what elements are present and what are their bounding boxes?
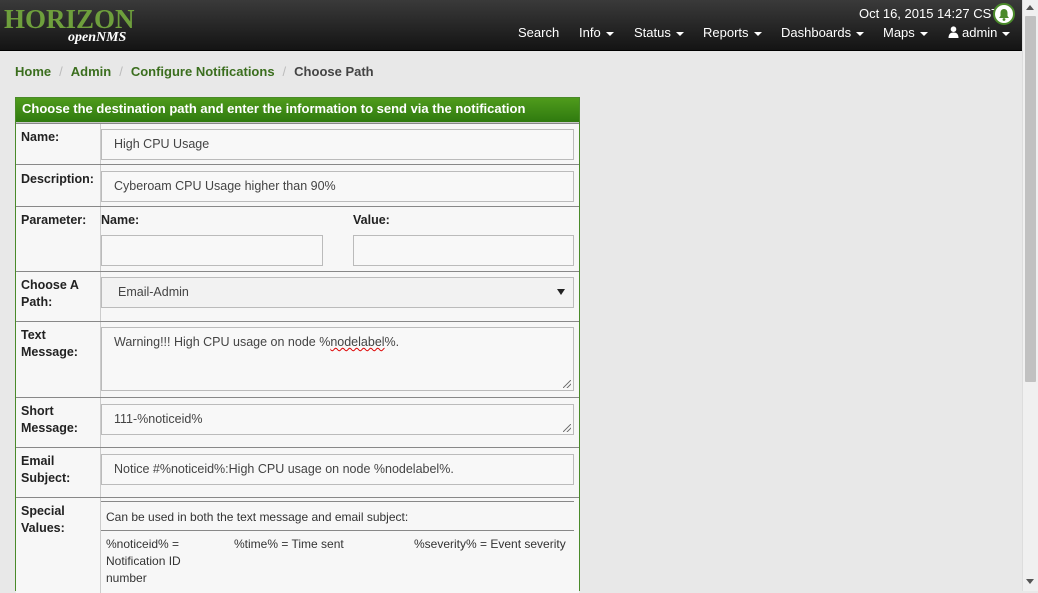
nav-search-label: Search <box>518 25 560 40</box>
parameter-row: Parameter: Name: Value: <box>16 206 579 272</box>
parameter-label: Parameter: <box>21 213 87 227</box>
nav-info-label: Info <box>579 25 601 40</box>
nav-user-label: admin <box>962 25 998 40</box>
special-values-label: Special Values: <box>21 503 65 537</box>
nav-dashboards-menu[interactable]: Dashboards <box>781 25 865 40</box>
choose-path-label: Choose A Path: <box>21 277 79 311</box>
special-value-noticeid-line3: number <box>106 571 147 585</box>
breadcrumb-separator: / <box>282 64 287 79</box>
caret-down-icon <box>919 31 928 36</box>
notification-bell-icon[interactable] <box>993 3 1015 25</box>
email-subject-row: Email Subject: Notice #%noticeid%:High CP… <box>16 447 579 498</box>
nav-user-menu[interactable]: admin <box>948 25 1011 40</box>
nav-status-menu[interactable]: Status <box>634 25 684 40</box>
nav-maps-label: Maps <box>883 25 915 40</box>
parameter-name-label: Name: <box>101 213 140 227</box>
email-subject-label: Email Subject: <box>21 453 70 487</box>
parameter-value-label: Value: <box>353 213 390 227</box>
text-message-text-start: Warning!!! High CPU usage on node % <box>114 335 331 349</box>
page-scrollbar[interactable] <box>1022 0 1038 591</box>
text-message-textarea[interactable]: Warning!!! High CPU usage on node %nodel… <box>101 327 574 391</box>
nav-status-label: Status <box>634 25 671 40</box>
name-input[interactable]: High CPU Usage <box>101 129 574 160</box>
parameter-name-input[interactable] <box>101 235 323 266</box>
choose-path-label-line2: Path: <box>21 295 53 309</box>
short-message-label-line1: Short <box>21 404 54 418</box>
scroll-up-arrow-icon[interactable] <box>1026 5 1034 10</box>
short-message-label-line2: Message: <box>21 421 78 435</box>
special-values-label-line1: Special <box>21 504 65 518</box>
description-input[interactable]: Cyberoam CPU Usage higher than 90% <box>101 171 574 202</box>
description-row: Description: Cyberoam CPU Usage higher t… <box>16 164 579 207</box>
resize-handle-icon[interactable] <box>563 424 571 432</box>
scroll-thumb[interactable] <box>1025 16 1036 382</box>
breadcrumb-home[interactable]: Home <box>15 64 51 79</box>
description-label: Description: <box>21 172 94 186</box>
text-message-label-line1: Text <box>21 328 46 342</box>
email-subject-label-line2: Subject: <box>21 471 71 485</box>
special-values-divider <box>101 530 574 531</box>
choose-path-row: Choose A Path: Email-Admin <box>16 271 579 322</box>
breadcrumb-separator: / <box>119 64 123 79</box>
nav-reports-label: Reports <box>703 25 749 40</box>
short-message-row: Short Message: 111-%noticeid% <box>16 397 579 448</box>
short-message-textarea[interactable]: 111-%noticeid% <box>101 404 574 435</box>
panel-title: Choose the destination path and enter th… <box>16 98 579 124</box>
column-divider <box>100 498 101 593</box>
choose-path-label-line1: Choose A <box>21 278 79 292</box>
text-message-label: Text Message: <box>21 327 78 361</box>
special-values-table-top <box>101 501 574 502</box>
short-message-value: 111-%noticeid% <box>114 412 203 426</box>
nav-maps-menu[interactable]: Maps <box>883 25 928 40</box>
logo-sub-text: openNMS <box>68 30 127 45</box>
special-value-severity: %severity% = Event severity <box>414 537 566 551</box>
email-subject-label-line1: Email <box>21 454 55 468</box>
top-navbar: HORIZON openNMS Oct 16, 2015 14:27 CST S… <box>0 0 1022 51</box>
select-caret-icon <box>557 289 565 295</box>
caret-down-icon <box>753 31 762 36</box>
breadcrumb: Home / Admin / Configure Notifications / Choos… <box>15 64 374 79</box>
name-label: Name: <box>21 130 60 144</box>
text-message-spellcheck-word: nodelabel <box>330 335 385 349</box>
special-value-noticeid-line2: Notification ID <box>106 554 181 568</box>
caret-down-icon <box>675 31 684 36</box>
name-row: Name: High CPU Usage <box>16 123 579 165</box>
caret-down-icon <box>1002 31 1011 36</box>
nav-search[interactable]: Search <box>518 25 559 40</box>
special-value-time: %time% = Time sent <box>234 537 344 551</box>
special-value-noticeid: %noticeid% = Notification ID number <box>106 536 181 587</box>
path-select[interactable]: Email-Admin <box>101 277 574 308</box>
short-message-label: Short Message: <box>21 403 78 437</box>
breadcrumb-current: Choose Path <box>294 64 374 79</box>
server-datetime: Oct 16, 2015 14:27 CST <box>859 6 1000 21</box>
nav-reports-menu[interactable]: Reports <box>703 25 762 40</box>
caret-down-icon <box>856 31 865 36</box>
email-subject-input[interactable]: Notice #%noticeid%:High CPU usage on nod… <box>101 454 574 485</box>
notification-path-panel: Choose the destination path and enter th… <box>15 97 580 593</box>
special-value-noticeid-line1: %noticeid% = <box>106 537 180 551</box>
text-message-text-end: %. <box>384 335 400 349</box>
text-message-label-line2: Message: <box>21 345 78 359</box>
special-values-row: Special Values: Can be used in both the t… <box>16 497 579 593</box>
opennms-horizon-logo[interactable]: HORIZON openNMS <box>4 4 136 48</box>
resize-handle-icon[interactable] <box>563 380 571 388</box>
breadcrumb-separator: / <box>59 64 63 79</box>
parameter-value-input[interactable] <box>353 235 574 266</box>
breadcrumb-configure-notifications[interactable]: Configure Notifications <box>131 64 275 79</box>
caret-down-icon <box>605 31 614 36</box>
user-icon <box>948 26 959 38</box>
nav-info-menu[interactable]: Info <box>579 25 614 40</box>
breadcrumb-admin[interactable]: Admin <box>71 64 111 79</box>
nav-dashboards-label: Dashboards <box>781 25 852 40</box>
path-select-value: Email-Admin <box>118 285 189 299</box>
scroll-down-arrow-icon[interactable] <box>1026 579 1034 584</box>
special-values-intro: Can be used in both the text message and… <box>106 510 409 524</box>
text-message-row: Text Message: Warning!!! High CPU usage o… <box>16 321 579 398</box>
special-values-label-line2: Values: <box>21 521 65 535</box>
